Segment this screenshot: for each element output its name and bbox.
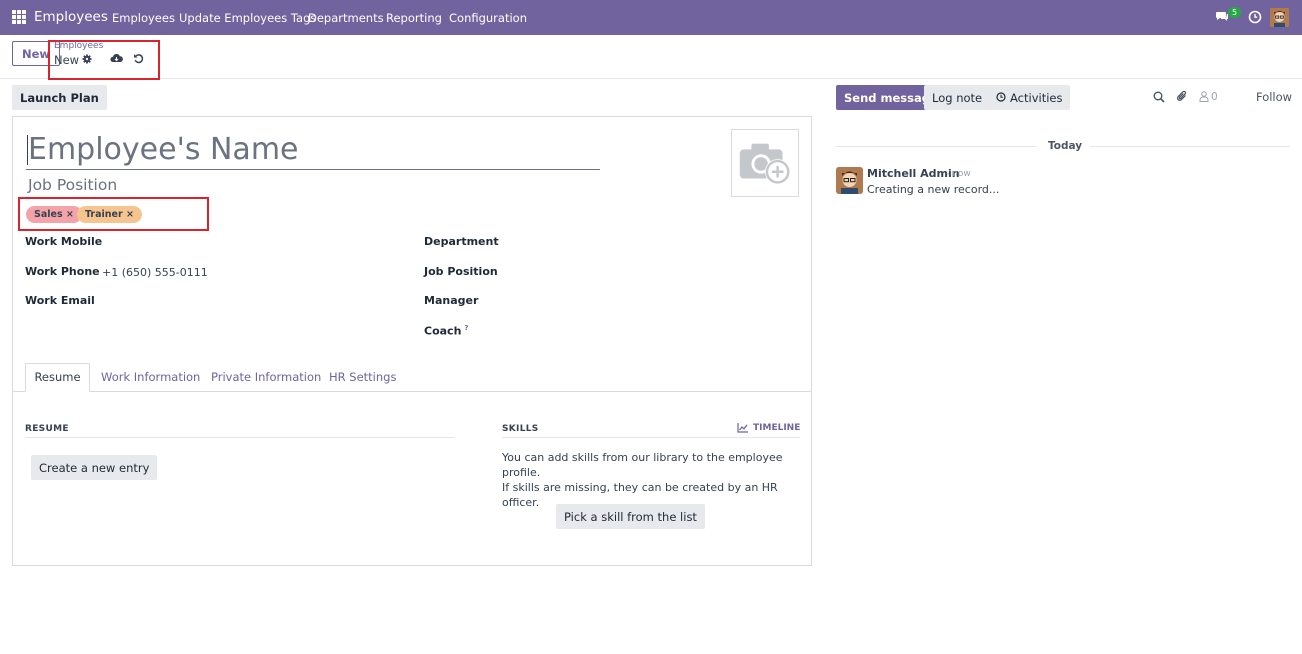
breadcrumb-current: New: [54, 53, 80, 67]
chat-count-badge: 5: [1228, 7, 1242, 18]
work-phone-input[interactable]: +1 (650) 555-0111: [102, 266, 208, 279]
tab-resume[interactable]: Resume: [25, 363, 90, 392]
employee-form-sheet: Employee's Name Job Position Sales × Tra…: [12, 116, 812, 566]
followers-icon[interactable]: [1199, 91, 1209, 102]
tag-trainer[interactable]: Trainer ×: [77, 206, 142, 223]
clock-icon[interactable]: [1248, 10, 1262, 24]
today-divider-right: [1090, 146, 1290, 147]
manager-label: Manager: [424, 294, 479, 307]
create-resume-entry-button[interactable]: Create a new entry: [31, 455, 158, 480]
control-panel: New Employees New: [0, 35, 1302, 80]
discard-icon[interactable]: [133, 53, 144, 64]
job-position-label: Job Position: [424, 265, 498, 278]
menu-employees[interactable]: Employees: [112, 11, 175, 25]
clock-icon: [996, 92, 1006, 102]
coach-label: Coach?: [424, 324, 469, 338]
employee-name-input[interactable]: Employee's Name: [26, 130, 600, 170]
log-note-button[interactable]: Log note: [924, 85, 991, 110]
coach-help-icon[interactable]: ?: [464, 324, 468, 332]
department-label: Department: [424, 235, 499, 248]
paperclip-icon[interactable]: [1176, 90, 1188, 103]
breadcrumb-parent-link[interactable]: Employees: [54, 41, 103, 51]
app-brand[interactable]: Employees: [34, 9, 108, 25]
tag-sales[interactable]: Sales ×: [26, 206, 82, 223]
top-navbar: Employees Employees Update Employees Tag…: [0, 0, 1302, 35]
camera-add-icon: [739, 143, 791, 185]
remove-tag-icon[interactable]: ×: [126, 209, 134, 220]
follower-count: 0: [1211, 91, 1218, 103]
menu-reporting[interactable]: Reporting: [386, 11, 442, 25]
timeline-button[interactable]: TIMELINE: [753, 423, 800, 433]
launch-plan-button[interactable]: Launch Plan: [12, 85, 107, 110]
message-author-avatar: [836, 167, 863, 194]
tab-private-information[interactable]: Private Information: [211, 370, 321, 384]
message-time: - now: [946, 169, 971, 179]
menu-update-employees-tags[interactable]: Update Employees Tags: [179, 11, 316, 25]
pick-skill-button[interactable]: Pick a skill from the list: [556, 504, 705, 529]
remove-tag-icon[interactable]: ×: [66, 209, 74, 220]
today-separator: Today: [1048, 140, 1083, 152]
line-chart-icon[interactable]: [737, 423, 748, 433]
job-position-input[interactable]: Job Position: [28, 176, 117, 194]
menu-departments[interactable]: Departments: [308, 11, 384, 25]
work-mobile-label: Work Mobile: [25, 235, 103, 248]
resume-divider: [25, 437, 455, 438]
work-email-label: Work Email: [25, 294, 95, 307]
tab-work-information[interactable]: Work Information: [101, 370, 200, 384]
gear-icon[interactable]: [82, 54, 92, 64]
skills-section-title: SKILLS: [502, 424, 539, 434]
follow-button[interactable]: Follow: [1256, 90, 1292, 104]
skills-help-text: You can add skills from our library to t…: [502, 451, 783, 509]
cloud-save-icon[interactable]: [110, 53, 123, 63]
work-phone-label: Work Phone: [25, 265, 100, 278]
today-divider-left: [836, 146, 1036, 147]
user-avatar[interactable]: [1270, 8, 1289, 27]
resume-section-title: RESUME: [25, 424, 69, 434]
search-icon[interactable]: [1153, 91, 1165, 103]
apps-menu-icon[interactable]: [12, 10, 26, 24]
skills-divider: [502, 437, 800, 438]
tabs-divider: [13, 391, 811, 392]
menu-configuration[interactable]: Configuration: [449, 11, 527, 25]
employee-photo-upload[interactable]: [731, 129, 799, 197]
tab-hr-settings[interactable]: HR Settings: [329, 370, 396, 384]
message-body: Creating a new record...: [867, 183, 1000, 196]
